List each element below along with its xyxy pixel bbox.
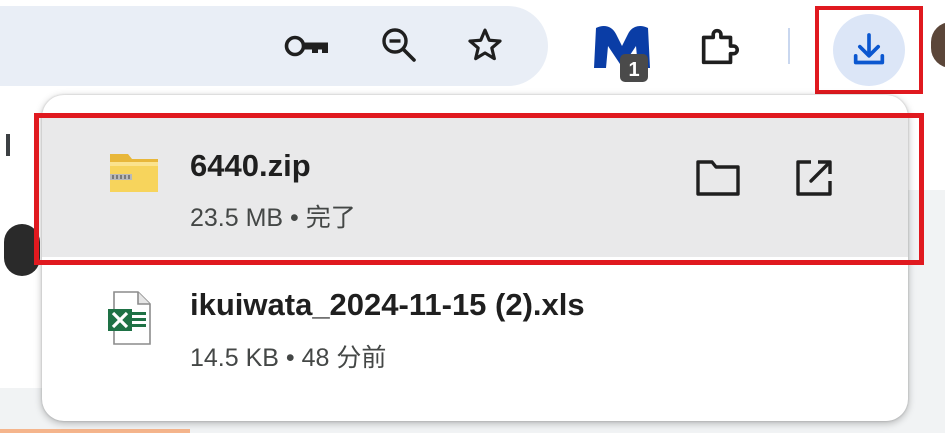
download-button[interactable]: [815, 6, 923, 94]
open-file-icon[interactable]: [788, 152, 840, 204]
toolbar-divider: [788, 28, 790, 64]
zoom-out-icon[interactable]: [376, 22, 422, 68]
profile-avatar[interactable]: [931, 22, 945, 68]
download-status: 14.5 KB • 48 分前: [190, 344, 387, 372]
star-icon[interactable]: [462, 22, 508, 68]
download-file-name: ikuiwata_2024-11-15 (2).xls: [190, 287, 585, 322]
page-text-fragment: [6, 134, 10, 156]
puzzle-icon[interactable]: [694, 22, 744, 72]
download-status: 23.5 MB • 完了: [190, 204, 356, 232]
show-in-folder-icon[interactable]: [690, 154, 746, 202]
page-avatar: [4, 224, 40, 276]
browser-toolbar: 1: [0, 0, 945, 94]
download-icon: [853, 33, 885, 65]
zip-folder-icon: [108, 148, 160, 196]
extension-badge: 1: [628, 59, 639, 81]
excel-file-icon: [106, 290, 154, 346]
key-icon[interactable]: [284, 24, 334, 68]
download-button-pill: [833, 14, 905, 86]
extension-icon[interactable]: 1: [590, 16, 660, 86]
download-file-name: 6440.zip: [190, 148, 311, 183]
download-item[interactable]: [42, 117, 908, 257]
page-accent-strip: [0, 429, 190, 433]
